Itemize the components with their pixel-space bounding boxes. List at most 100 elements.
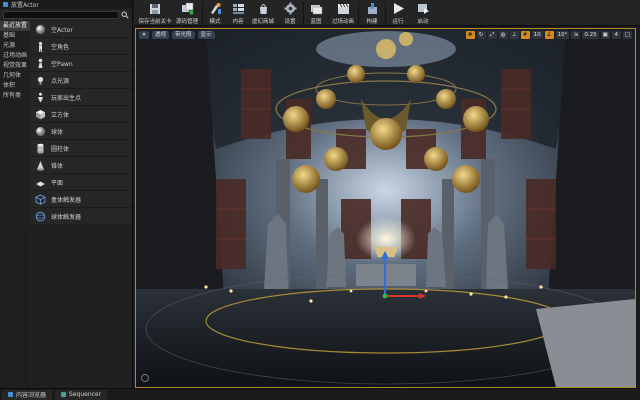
actor-item-empty-character[interactable]: 空角色 xyxy=(31,38,132,55)
launch-button[interactable]: 启动 xyxy=(410,0,436,26)
source-control-icon xyxy=(181,2,194,15)
play-button[interactable]: 运行 xyxy=(386,0,410,26)
bottom-tab-bar: 内容浏览器 Sequencer xyxy=(0,388,640,400)
angle-icon: ∠ xyxy=(546,32,552,38)
perspective-button[interactable]: 透视 xyxy=(152,31,170,39)
category-geometry[interactable]: 几何体 xyxy=(0,71,30,81)
search-row xyxy=(0,9,132,20)
search-icon[interactable] xyxy=(121,11,129,19)
show-button[interactable]: 显示 xyxy=(197,31,215,39)
category-recent[interactable]: 最近放置 xyxy=(0,21,30,31)
actor-label: 空Actor xyxy=(51,26,73,34)
search-input[interactable] xyxy=(3,10,119,19)
surface-snap-icon: ⊥ xyxy=(511,32,517,38)
cinematics-icon xyxy=(337,2,350,15)
lit-mode-button[interactable]: 带光照 xyxy=(172,31,195,39)
actor-item-point-light[interactable]: 点光源 xyxy=(31,72,132,89)
axis-indicator-icon xyxy=(141,374,149,382)
camera-icon: ▣ xyxy=(602,32,608,38)
world-local-toggle[interactable]: ◍ xyxy=(498,31,508,39)
actor-item-sphere-trigger[interactable]: 球体触发器 xyxy=(31,208,132,225)
box-trigger-icon xyxy=(35,194,46,205)
category-list: 最近放置 基础 光源 过场动画 视觉效果 几何体 体积 所有类 xyxy=(0,21,30,388)
marketplace-label: 虚幻商城 xyxy=(251,19,274,25)
marketplace-icon xyxy=(257,2,270,15)
place-actors-tab[interactable]: 放置Actor xyxy=(0,0,132,9)
rotation-snap-value[interactable]: 10° xyxy=(555,31,570,39)
place-actors-panel: 放置Actor 最近放置 基础 光源 过场动画 视觉效果 几何体 体积 所有类 … xyxy=(0,0,133,388)
modes-icon xyxy=(209,2,222,15)
play-icon xyxy=(392,2,405,15)
scale-snap-toggle[interactable]: ⇲ xyxy=(571,31,581,39)
grid-snap-value[interactable]: 10 xyxy=(531,31,543,39)
content-browser-label: 内容浏览器 xyxy=(16,392,47,399)
settings-icon xyxy=(284,2,297,15)
marketplace-button[interactable]: 虚幻商城 xyxy=(249,0,277,26)
sphere-icon xyxy=(35,126,46,137)
sequencer-tab[interactable]: Sequencer xyxy=(55,389,108,400)
content-icon xyxy=(232,2,245,15)
place-actors-tab-label: 放置Actor xyxy=(11,2,39,9)
actor-item-cylinder[interactable]: 圆柱体 xyxy=(31,140,132,157)
rotate-mode-button[interactable]: ↻ xyxy=(476,31,486,39)
content-browser-icon xyxy=(8,392,13,397)
actor-label: 空角色 xyxy=(51,43,70,51)
save-button[interactable]: 保存当前关卡 xyxy=(138,0,172,26)
actor-item-box-trigger[interactable]: 盒体触发器 xyxy=(31,191,132,208)
actor-item-sphere[interactable]: 球体 xyxy=(31,123,132,140)
save-label: 保存当前关卡 xyxy=(138,19,172,25)
actor-list: 空Actor 空角色 空Pawn 点光源 玩家出生点 立方体 球体 圆柱体 锥体… xyxy=(31,21,132,388)
rotation-snap-toggle[interactable]: ∠ xyxy=(544,31,554,39)
actor-item-empty-pawn[interactable]: 空Pawn xyxy=(31,55,132,72)
scene-render xyxy=(136,29,635,387)
actor-item-cone[interactable]: 锥体 xyxy=(31,157,132,174)
source-control-button[interactable]: 源码管理 xyxy=(172,0,202,26)
settings-button[interactable]: 设置 xyxy=(277,0,303,26)
category-all-classes[interactable]: 所有类 xyxy=(0,91,30,101)
category-volumes[interactable]: 体积 xyxy=(0,81,30,91)
modes-button[interactable]: 模式 xyxy=(203,0,227,26)
scale-snap-value[interactable]: 0.25 xyxy=(582,31,599,39)
actor-label: 平面 xyxy=(51,179,64,187)
viewport-transform-controls: ✥ ↻ ⤢ ◍ ⊥ # 10 ∠ 10° ⇲ 0.25 ▣ 4 □ xyxy=(465,31,632,39)
cone-icon xyxy=(35,160,46,171)
surface-snap-toggle[interactable]: ⊥ xyxy=(509,31,519,39)
content-browser-tab[interactable]: 内容浏览器 xyxy=(2,389,53,400)
point-light-icon xyxy=(35,75,46,86)
category-basic[interactable]: 基础 xyxy=(0,31,30,41)
scale-mode-button[interactable]: ⤢ xyxy=(487,31,497,39)
blueprint-button[interactable]: 蓝图 xyxy=(304,0,328,26)
category-lights[interactable]: 光源 xyxy=(0,41,30,51)
grid-icon: # xyxy=(522,32,528,38)
actor-item-cube[interactable]: 立方体 xyxy=(31,106,132,123)
category-cinematic[interactable]: 过场动画 xyxy=(0,51,30,61)
actor-label: 球体触发器 xyxy=(51,213,82,221)
content-button[interactable]: 内容 xyxy=(227,0,249,26)
perspective-label: 透视 xyxy=(155,32,167,38)
viewport-options-button[interactable]: ▾ xyxy=(139,31,149,39)
sphere-icon xyxy=(35,24,46,35)
globe-icon: ◍ xyxy=(500,32,506,38)
build-button[interactable]: 构建 xyxy=(359,0,385,26)
actor-label: 立方体 xyxy=(51,111,70,119)
actor-item-plane[interactable]: 平面 xyxy=(31,174,132,191)
actor-item-empty-actor[interactable]: 空Actor xyxy=(31,21,132,38)
cinematics-button[interactable]: 过场动画 xyxy=(328,0,358,26)
category-visual-effects[interactable]: 视觉效果 xyxy=(0,61,30,71)
save-icon xyxy=(149,2,162,15)
cinematics-label: 过场动画 xyxy=(331,19,354,25)
actor-label: 点光源 xyxy=(51,77,70,85)
content-label: 内容 xyxy=(232,19,244,25)
camera-speed-value[interactable]: 4 xyxy=(611,31,621,39)
lit-mode-label: 带光照 xyxy=(175,32,192,38)
player-start-icon xyxy=(35,92,46,103)
actor-item-player-start[interactable]: 玩家出生点 xyxy=(31,89,132,106)
translate-mode-button[interactable]: ✥ xyxy=(465,31,475,39)
camera-speed-button[interactable]: ▣ xyxy=(600,31,610,39)
show-label: 显示 xyxy=(200,32,212,38)
blueprint-label: 蓝图 xyxy=(310,19,322,25)
modes-label: 模式 xyxy=(209,19,221,25)
grid-snap-toggle[interactable]: # xyxy=(520,31,530,39)
maximize-viewport-button[interactable]: □ xyxy=(622,31,632,39)
level-viewport[interactable]: ▾ 透视 带光照 显示 ✥ ↻ ⤢ ◍ ⊥ # 10 ∠ 10° ⇲ 0.25 … xyxy=(135,28,636,388)
